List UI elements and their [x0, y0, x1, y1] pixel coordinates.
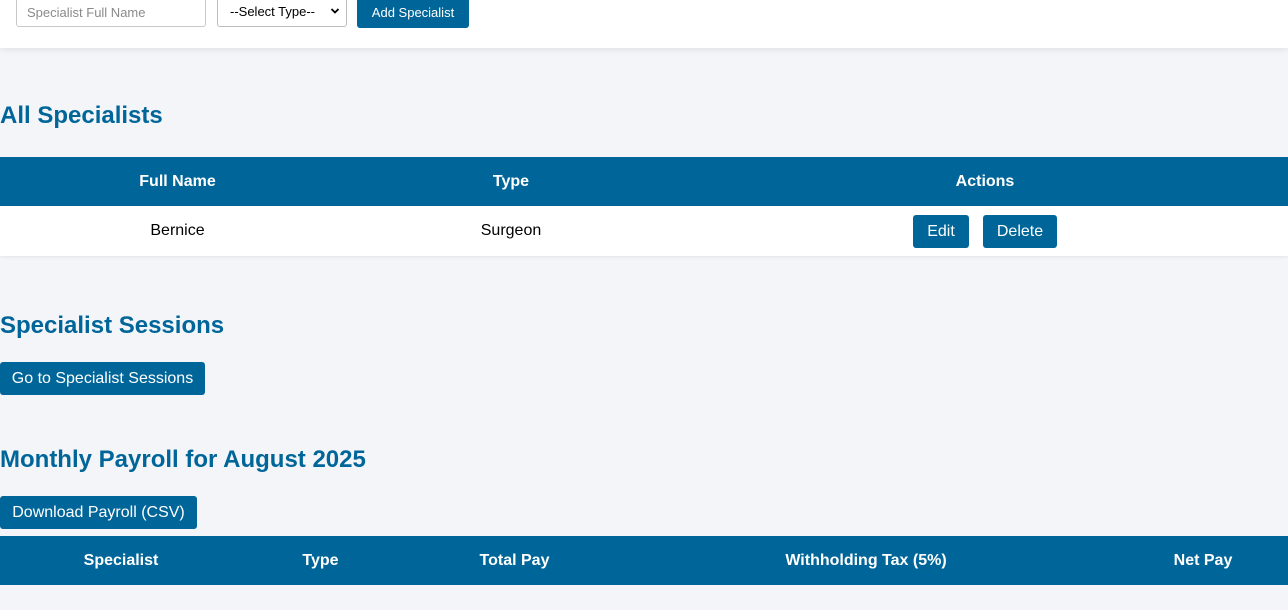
column-header-type: Type — [492, 173, 530, 190]
chevron-down-icon — [330, 8, 340, 14]
specialist-type: Surgeon — [480, 222, 542, 239]
column-header-withholding-tax: Withholding Tax (5%) — [785, 552, 947, 569]
specialist-type-select[interactable]: --Select Type-- — [217, 0, 347, 27]
column-header-net-pay: Net Pay — [1173, 552, 1233, 569]
specialist-full-name: Bernice — [150, 222, 205, 239]
table-row: Bernice Surgeon Edit Delete — [0, 206, 1288, 256]
download-payroll-button[interactable]: Download Payroll (CSV) — [0, 496, 197, 529]
specialists-table-header: Full Name Type Actions — [0, 157, 1288, 206]
column-header-full-name: Full Name — [139, 173, 216, 190]
column-header-payroll-type: Type — [302, 552, 339, 569]
delete-button[interactable]: Delete — [983, 215, 1057, 248]
column-header-total-pay: Total Pay — [479, 552, 550, 569]
add-specialist-button[interactable]: Add Specialist — [357, 0, 469, 28]
monthly-payroll-heading: Monthly Payroll for August 2025 — [0, 446, 366, 473]
specialist-type-select-value: --Select Type-- — [230, 4, 316, 19]
column-header-specialist: Specialist — [83, 552, 159, 569]
all-specialists-heading: All Specialists — [0, 102, 163, 129]
add-specialist-form: --Select Type-- Add Specialist — [0, 0, 1288, 48]
column-header-actions: Actions — [955, 173, 1015, 190]
payroll-table-header: Specialist Type Total Pay Withholding Ta… — [0, 536, 1288, 585]
go-to-sessions-button[interactable]: Go to Specialist Sessions — [0, 362, 205, 395]
edit-button[interactable]: Edit — [913, 215, 969, 248]
specialist-name-input[interactable] — [16, 0, 206, 27]
specialist-sessions-heading: Specialist Sessions — [0, 312, 225, 339]
